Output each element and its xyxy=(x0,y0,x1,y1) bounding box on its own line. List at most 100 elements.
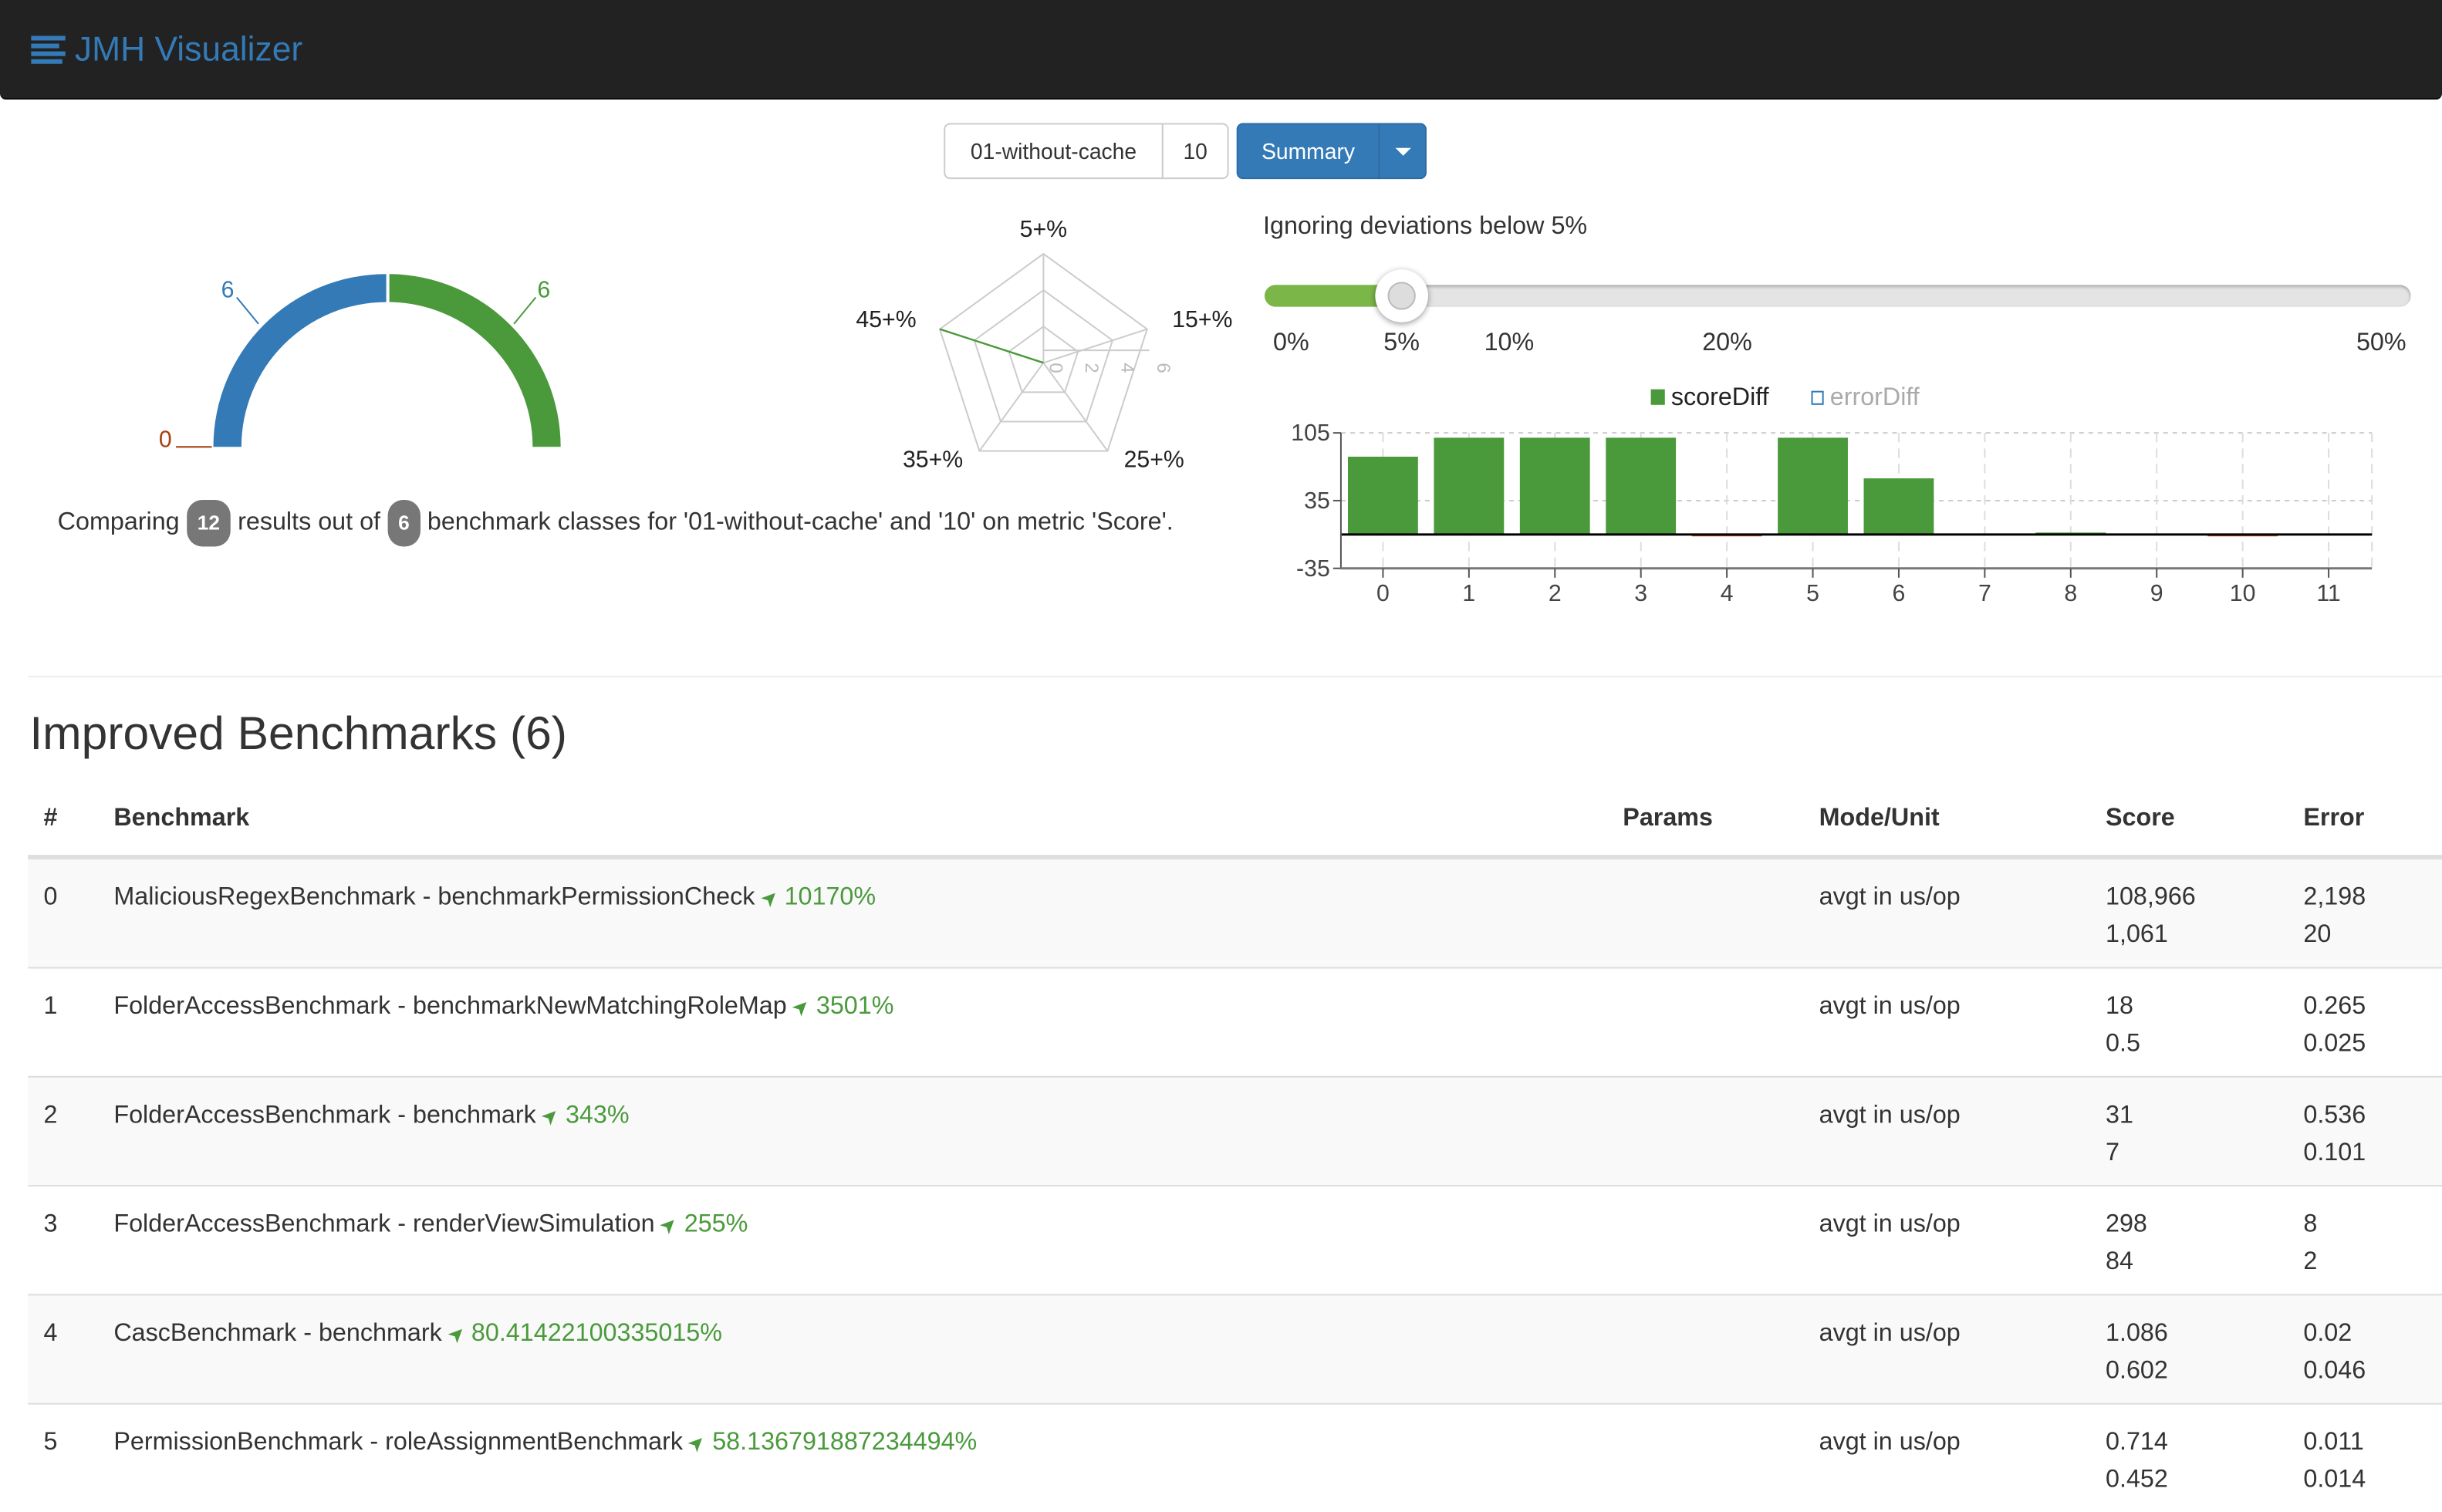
x-tick-label: 11 xyxy=(2316,581,2340,606)
run1-button[interactable]: 01-without-cache xyxy=(944,123,1164,180)
gauge-zero-label: 0 xyxy=(159,427,172,452)
score-cell: 298 84 xyxy=(2106,1207,2147,1281)
mode-cell: avgt in us/op xyxy=(1819,1211,1961,1238)
slider-tick-label: 50% xyxy=(2356,329,2407,357)
row-index: 2 xyxy=(43,1102,58,1129)
view-dropdown-toggle[interactable] xyxy=(1378,123,1427,180)
error-cell: 82 xyxy=(2303,1207,2317,1281)
radar-chart: 5+% 15+% 25+% 35+% 45+% 0 2 4 6 xyxy=(856,217,1232,473)
list-icon xyxy=(31,32,66,66)
row-index: 3 xyxy=(43,1211,58,1238)
legend-errordiff-swatch xyxy=(1811,390,1824,405)
deviation-slider-track[interactable] xyxy=(1265,285,2411,307)
bar-3 xyxy=(1606,437,1677,535)
col-score[interactable]: Score xyxy=(2106,805,2175,833)
radar-tick-label: 0 xyxy=(1045,363,1066,373)
benchmark-name[interactable]: FolderAccessBenchmark - renderViewSimula… xyxy=(113,1211,654,1237)
improvement-percent: 10170% xyxy=(784,884,876,911)
table-row: 4 CascBenchmark - benchmark➤80.414221003… xyxy=(28,1294,2442,1403)
legend-scorediff-label: scoreDiff xyxy=(1671,383,1770,410)
x-tick-label: 3 xyxy=(1634,581,1647,606)
bar-6 xyxy=(1863,478,1934,535)
x-tick-label: 4 xyxy=(1721,581,1734,606)
error-run1: 0.265 xyxy=(2303,993,2366,1021)
error-run2: 0.101 xyxy=(2303,1139,2366,1166)
mode-cell: avgt in us/op xyxy=(1819,1102,1961,1129)
radar-spoke xyxy=(1043,328,1148,364)
error-run1: 0.011 xyxy=(2303,1429,2364,1456)
caret-down-icon xyxy=(1394,147,1410,155)
radar-axis-label: 25+% xyxy=(1124,447,1184,473)
mode-cell: avgt in us/op xyxy=(1819,993,1961,1021)
row-index: 1 xyxy=(43,993,58,1021)
table-row: 3 FolderAccessBenchmark - renderViewSimu… xyxy=(28,1185,2442,1294)
score-run1: 31 xyxy=(2106,1102,2133,1129)
benchmark-cell: PermissionBenchmark - roleAssignmentBenc… xyxy=(113,1425,977,1462)
error-cell: 0.011 0.014 xyxy=(2303,1425,2366,1500)
gauge-left-label: 6 xyxy=(221,278,235,303)
score-run2: 1,061 xyxy=(2106,921,2168,949)
col-benchmark[interactable]: Benchmark xyxy=(113,805,249,833)
row-index: 0 xyxy=(43,884,58,911)
error-run2: 0.014 xyxy=(2303,1466,2366,1493)
radar-tick-label: 6 xyxy=(1153,363,1174,373)
col-error[interactable]: Error xyxy=(2303,805,2364,833)
classes-badge: 6 xyxy=(387,499,421,547)
x-tick-label: 5 xyxy=(1806,581,1819,606)
bar-1 xyxy=(1434,437,1505,535)
mode-cell: avgt in us/op xyxy=(1819,1320,1961,1348)
score-cell: 31 7 xyxy=(2106,1098,2133,1173)
improvement-percent: 3501% xyxy=(816,993,894,1021)
y-tick-label: 35 xyxy=(1304,488,1330,514)
improved-arrow-icon: ➤ xyxy=(755,883,784,913)
score-cell: 18 0.5 xyxy=(2106,989,2140,1064)
improved-arrow-icon: ➤ xyxy=(786,992,816,1021)
benchmark-cell: FolderAccessBenchmark - benchmark➤343% xyxy=(113,1098,629,1135)
legend-errordiff-label: errorDiff xyxy=(1830,383,1920,410)
x-tick-label: 2 xyxy=(1549,581,1562,606)
score-run2: 84 xyxy=(2106,1248,2133,1276)
table-row: 0 MaliciousRegexBenchmark - benchmarkPer… xyxy=(28,858,2442,967)
x-tick-label: 6 xyxy=(1893,581,1906,606)
x-tick-label: 9 xyxy=(2150,581,2163,606)
col-params[interactable]: Params xyxy=(1623,805,1713,833)
slider-tick-label: 20% xyxy=(1702,329,1752,357)
benchmark-cell: MaliciousRegexBenchmark - benchmarkPermi… xyxy=(113,879,876,916)
error-cell: 2,198 20 xyxy=(2303,879,2366,954)
score-run1: 298 xyxy=(2106,1211,2147,1238)
benchmark-name[interactable]: CascBenchmark - benchmark xyxy=(113,1321,441,1347)
radar-axis-label: 15+% xyxy=(1172,307,1232,332)
y-tick-label: 105 xyxy=(1291,420,1330,446)
results-badge: 12 xyxy=(186,499,231,547)
score-run2: 0.5 xyxy=(2106,1031,2140,1058)
section-title: Improved Benchmarks (6) xyxy=(29,708,567,761)
benchmark-cell: FolderAccessBenchmark - benchmarkNewMatc… xyxy=(113,989,893,1026)
slider-handle[interactable] xyxy=(1375,269,1428,322)
benchmark-name[interactable]: MaliciousRegexBenchmark - benchmarkPermi… xyxy=(113,885,755,911)
benchmark-name[interactable]: FolderAccessBenchmark - benchmark xyxy=(113,1102,535,1129)
radar-axis-label: 35+% xyxy=(903,447,963,473)
improvement-percent: 80.41422100335015% xyxy=(471,1320,722,1348)
run2-button[interactable]: 10 xyxy=(1161,123,1229,180)
score-run2: 0.602 xyxy=(2106,1358,2168,1385)
score-cell: 0.714 0.452 xyxy=(2106,1425,2168,1500)
brand-link[interactable]: JMH Visualizer xyxy=(31,29,302,69)
score-run2: 7 xyxy=(2106,1139,2119,1166)
slider-tick-label: 10% xyxy=(1484,329,1535,357)
gauge-green-arc xyxy=(389,274,561,447)
slider-label: Ignoring deviations below 5% xyxy=(1263,213,1588,240)
x-tick-label: 7 xyxy=(1978,581,1991,606)
col-mode[interactable]: Mode/Unit xyxy=(1819,805,1940,833)
radar-axis-label: 45+% xyxy=(856,307,916,332)
benchmark-name[interactable]: FolderAccessBenchmark - benchmarkNewMatc… xyxy=(113,994,786,1020)
table-row: 2 FolderAccessBenchmark - benchmark➤343%… xyxy=(28,1075,2442,1186)
improved-arrow-icon: ➤ xyxy=(535,1102,565,1131)
error-run2: 2 xyxy=(2303,1248,2318,1276)
summary-button[interactable]: Summary xyxy=(1236,123,1380,180)
benchmark-name[interactable]: PermissionBenchmark - roleAssignmentBenc… xyxy=(113,1429,683,1456)
slider-tick-label: 0% xyxy=(1272,329,1309,357)
score-run2: 0.452 xyxy=(2106,1466,2168,1493)
x-tick-label: 1 xyxy=(1462,581,1475,606)
score-cell: 1.086 0.602 xyxy=(2106,1316,2168,1391)
radar-tick-label: 2 xyxy=(1081,363,1102,373)
